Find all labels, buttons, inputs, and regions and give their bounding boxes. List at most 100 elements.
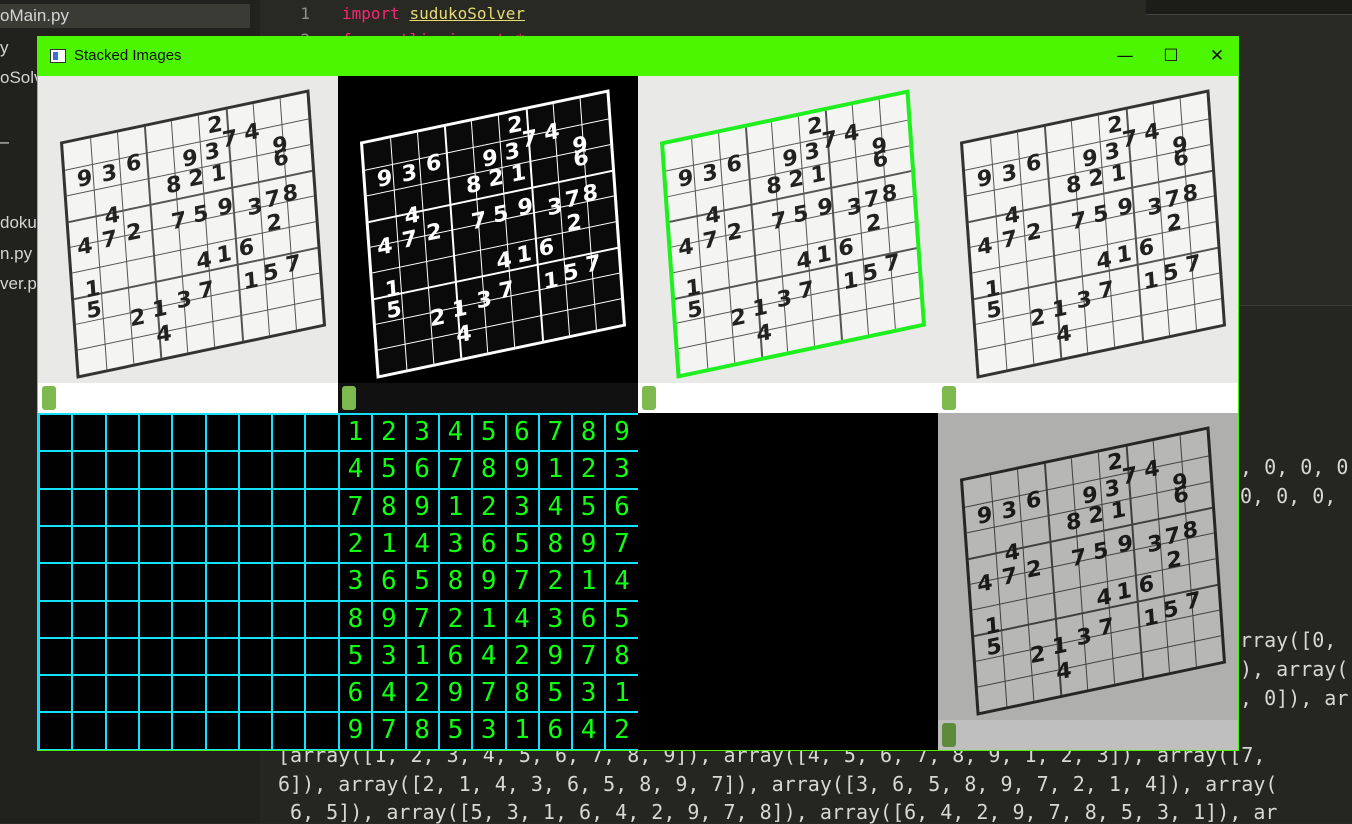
given-digit: 3 — [101, 160, 118, 188]
footer-logo-icon — [642, 386, 656, 410]
given-digit: 3 — [1146, 531, 1163, 559]
given-digit: 2 — [1088, 165, 1105, 193]
solution-digit: 3 — [339, 563, 372, 600]
given-digit: 5 — [385, 297, 402, 325]
grid-line — [171, 413, 173, 750]
solution-digit: 2 — [406, 675, 439, 712]
solution-digit: 1 — [605, 675, 638, 712]
stacked-images-window[interactable]: Stacked Images — ☐ ✕ 9362937498216447275… — [37, 36, 1239, 751]
given-digit: 6 — [425, 150, 442, 178]
close-button[interactable]: ✕ — [1194, 37, 1240, 76]
solution-digit: 8 — [406, 712, 439, 749]
given-digit: 2 — [1025, 556, 1042, 584]
solution-digit: 6 — [605, 489, 638, 526]
console-line: , 0, 0, 0, — [1240, 455, 1352, 479]
grid-line — [271, 413, 273, 750]
given-digit: 3 — [846, 194, 863, 222]
grid-line — [38, 413, 338, 415]
top-toolbar — [1146, 0, 1352, 15]
given-digit: 7 — [821, 126, 838, 154]
solution-digit: 5 — [472, 414, 505, 451]
given-digit: 8 — [165, 172, 182, 200]
sidebar-item-4[interactable]: – — [0, 130, 9, 154]
sidebar-item-main-py[interactable]: n.py — [0, 242, 32, 266]
sidebar-item-2[interactable]: y — [0, 36, 9, 60]
given-digit: 4 — [1004, 539, 1021, 567]
minimize-button[interactable]: — — [1102, 37, 1148, 76]
solution-digit: 5 — [406, 563, 439, 600]
grid-line — [38, 525, 338, 527]
solution-digit: 7 — [439, 451, 472, 488]
given-digit: 5 — [1092, 201, 1109, 229]
solution-digit: 1 — [506, 712, 539, 749]
given-digit: 5 — [85, 297, 102, 325]
module-name: sudukoSolver — [409, 4, 525, 23]
given-digit: 9 — [217, 193, 234, 221]
given-digit: 6 — [1173, 482, 1190, 510]
given-digit: 4 — [977, 571, 994, 599]
solution-digit: 6 — [539, 712, 572, 749]
solution-digit: 5 — [506, 526, 539, 563]
blank-image-panel — [638, 413, 938, 750]
given-digit: 3 — [1076, 623, 1093, 651]
solution-digit: 7 — [372, 712, 405, 749]
given-digit: 2 — [726, 219, 743, 247]
solution-digit: 7 — [472, 675, 505, 712]
sidebar-item-sudoku[interactable]: doku — [0, 211, 37, 235]
line-number: 1 — [296, 4, 310, 23]
given-digit: 2 — [129, 305, 146, 333]
solution-digit: 6 — [439, 638, 472, 675]
window-title: Stacked Images — [74, 47, 182, 64]
sidebar-item-main[interactable]: oMain.py — [0, 4, 250, 28]
given-digit: 2 — [788, 166, 805, 194]
solution-digit: 9 — [539, 638, 572, 675]
solution-digit: 2 — [572, 451, 605, 488]
given-digit: 1 — [543, 268, 560, 296]
given-digit: 2 — [425, 219, 442, 247]
board-gridline — [378, 298, 621, 350]
given-digit: 5 — [562, 259, 579, 287]
solution-digit: 2 — [372, 414, 405, 451]
solution-digit: 8 — [605, 638, 638, 675]
solution-digit: 2 — [539, 563, 572, 600]
given-digit: 7 — [401, 226, 418, 254]
sudoku-board-image: 9362937498216447275937821416521371574 — [960, 426, 1226, 716]
solution-digit: 1 — [406, 638, 439, 675]
photo-footer-band — [638, 383, 938, 413]
given-digit: 7 — [702, 226, 719, 254]
grid-line — [38, 488, 338, 490]
grid-line — [138, 413, 140, 750]
given-digit: 7 — [1098, 277, 1115, 305]
solution-digit: 6 — [506, 414, 539, 451]
solution-digit: 5 — [572, 489, 605, 526]
maximize-button[interactable]: ☐ — [1148, 37, 1194, 76]
solution-digit: 4 — [472, 638, 505, 675]
solution-digit: 1 — [372, 526, 405, 563]
window-titlebar[interactable]: Stacked Images — ☐ ✕ — [38, 37, 1238, 76]
given-digit: 6 — [573, 145, 590, 173]
console-line: 0, 0, 0, — [1240, 484, 1336, 508]
grid-line — [238, 413, 240, 750]
solution-digit: 3 — [439, 526, 472, 563]
given-digit: 4 — [77, 234, 94, 262]
given-digit: 5 — [792, 201, 809, 229]
solution-digit: 6 — [472, 526, 505, 563]
given-digit: 5 — [985, 634, 1002, 662]
solution-digit: 2 — [506, 638, 539, 675]
given-digit: 4 — [243, 119, 260, 147]
photo-footer-band — [938, 383, 1238, 413]
given-digit: 7 — [170, 208, 187, 236]
solution-digit: 3 — [506, 489, 539, 526]
given-digit: 8 — [1182, 517, 1199, 545]
given-digit: 1 — [510, 160, 527, 188]
solution-digit: 4 — [506, 601, 539, 638]
solution-digit: 2 — [439, 601, 472, 638]
solution-digit: 9 — [506, 451, 539, 488]
given-digit: 1 — [1143, 605, 1160, 633]
given-digit: 1 — [1116, 578, 1133, 606]
solution-digit: 9 — [372, 601, 405, 638]
console-line: rray([0, — [1240, 628, 1336, 652]
given-digit: 3 — [1001, 497, 1018, 525]
given-digit: 3 — [1146, 194, 1163, 222]
sudoku-board-image: 9362937498216447275937821416521371574 — [60, 89, 326, 379]
